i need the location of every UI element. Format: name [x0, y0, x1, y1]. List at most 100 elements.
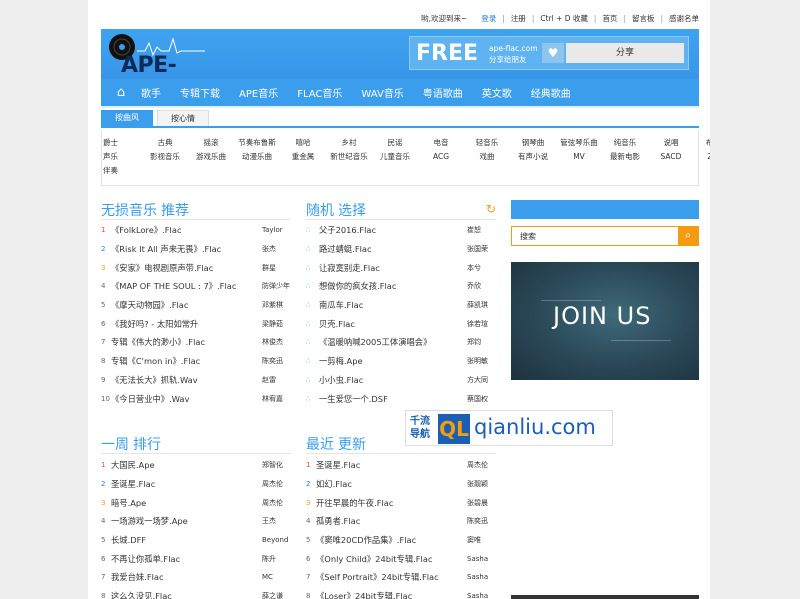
song-title-link[interactable]: 圣诞星.Flac	[316, 459, 466, 471]
artist-link[interactable]: Sasha	[467, 592, 488, 599]
genre-link[interactable]: 儿童音乐	[372, 150, 418, 164]
nav-item-ape[interactable]: APE音乐	[239, 85, 278, 100]
artist-link[interactable]: 群星	[262, 263, 276, 273]
artist-link[interactable]: MC	[262, 573, 273, 581]
thanks-link[interactable]: 感谢名单	[669, 13, 699, 24]
song-title-link[interactable]: 暗号.Ape	[111, 497, 261, 509]
song-title-link[interactable]: 如幻.Flac	[316, 478, 466, 490]
nav-item-classic[interactable]: 经典歌曲	[531, 85, 571, 100]
artist-link[interactable]: 陈升	[262, 554, 276, 564]
genre-link[interactable]: 动漫乐曲	[234, 150, 280, 164]
genre-link[interactable]: 轻音乐	[464, 136, 510, 150]
song-title-link[interactable]: 《MAP OF THE SOUL : 7》.Flac	[111, 280, 261, 292]
song-title-link[interactable]: 孤勇者.Flac	[316, 515, 466, 527]
artist-link[interactable]: 蔡国权	[467, 394, 488, 404]
song-title-link[interactable]: 这么久没见.Flac	[111, 590, 261, 599]
genre-link[interactable]: 摇滚	[188, 136, 234, 150]
song-title-link[interactable]: 《Self Portrait》24bit专辑.Flac	[316, 571, 466, 583]
song-title-link[interactable]: 长城.DFF	[111, 534, 261, 546]
song-title-link[interactable]: 《窦唯20CD作品集》.Flac	[316, 534, 466, 546]
song-title-link[interactable]: 一剪梅.Ape	[319, 355, 469, 367]
genre-link[interactable]: 民谣	[372, 136, 418, 150]
artist-link[interactable]: 陈奕迅	[262, 356, 283, 366]
song-title-link[interactable]: 一场游戏一场梦.Ape	[111, 515, 261, 527]
artist-link[interactable]: 乔欣	[467, 281, 481, 291]
artist-link[interactable]: 王杰	[262, 516, 276, 526]
artist-link[interactable]: 周杰伦	[262, 498, 283, 508]
artist-link[interactable]: 郑智化	[262, 460, 283, 470]
genre-link[interactable]: 布鲁斯	[694, 136, 710, 150]
song-title-link[interactable]: 不再让你孤单.Flac	[111, 553, 261, 565]
genre-link[interactable]: 戏曲	[464, 150, 510, 164]
artist-link[interactable]: 张杰	[262, 244, 276, 254]
genre-link[interactable]: 说唱	[648, 136, 694, 150]
refresh-icon[interactable]: ↻	[486, 202, 496, 216]
song-title-link[interactable]: 《FolkLore》.Flac	[111, 224, 261, 236]
artist-link[interactable]: 窦唯	[467, 535, 481, 545]
song-title-link[interactable]: 《Only Child》24bit专辑.Flac	[316, 553, 466, 565]
genre-link[interactable]: 影视音乐	[142, 150, 188, 164]
genre-link[interactable]: MV	[556, 150, 602, 164]
artist-link[interactable]: 张碧晨	[467, 498, 488, 508]
tab-by-genre[interactable]: 按曲风	[101, 110, 153, 126]
genre-link[interactable]: SACD	[648, 150, 694, 164]
artist-link[interactable]: 林俊杰	[262, 337, 283, 347]
song-title-link[interactable]: 《Loser》24bit专辑.Flac	[316, 590, 466, 599]
share-button[interactable]: 分享	[566, 43, 684, 63]
song-title-link[interactable]: 小小虫.Flac	[319, 374, 469, 386]
artist-link[interactable]: 张靓颖	[467, 479, 488, 489]
song-title-link[interactable]: 大国民.Ape	[111, 459, 261, 471]
artist-link[interactable]: 邓紫棋	[262, 300, 283, 310]
song-title-link[interactable]: 圣诞星.Flac	[111, 478, 261, 490]
song-title-link[interactable]: 南瓜车.Flac	[319, 299, 469, 311]
song-title-link[interactable]: 《摩天动物园》.Flac	[111, 299, 261, 311]
artist-link[interactable]: 防弹少年	[262, 281, 290, 291]
song-title-link[interactable]: 父子2016.Flac	[319, 224, 469, 236]
nav-item-wav[interactable]: WAV音乐	[361, 85, 403, 100]
song-title-link[interactable]: 《今日营业中》.Wav	[111, 393, 261, 405]
song-title-link[interactable]: 一生爱您一个.DSF	[319, 393, 469, 405]
artist-link[interactable]: 徐若瑄	[467, 319, 488, 329]
nav-item-english[interactable]: 英文歌	[482, 85, 512, 100]
genre-link[interactable]: 管弦琴乐曲	[556, 136, 602, 150]
artist-link[interactable]: 方大同	[467, 375, 488, 385]
tab-by-mood[interactable]: 按心情	[157, 110, 209, 126]
artist-link[interactable]: 郑钧	[467, 337, 481, 347]
artist-link[interactable]: 赵雷	[262, 375, 276, 385]
artist-link[interactable]: 薛凯琪	[467, 300, 488, 310]
home-icon[interactable]: ⌂	[101, 85, 141, 100]
song-title-link[interactable]: 专辑《伟大的渺小》.Flac	[111, 336, 261, 348]
artist-link[interactable]: 周杰伦	[262, 479, 283, 489]
nav-item-singers[interactable]: 歌手	[141, 85, 161, 100]
bookmark-link[interactable]: Ctrl + D 收藏	[540, 13, 588, 24]
genre-link[interactable]: 重金属	[280, 150, 326, 164]
nav-item-albums[interactable]: 专辑下载	[180, 85, 220, 100]
genre-link[interactable]: 电音	[418, 136, 464, 150]
artist-link[interactable]: Sasha	[467, 573, 488, 581]
artist-link[interactable]: Taylor	[262, 226, 283, 234]
artist-link[interactable]: 薛之谦	[262, 591, 283, 599]
genre-link[interactable]: 爵士	[102, 136, 142, 150]
song-title-link[interactable]: 让寂寞别走.Flac	[319, 262, 469, 274]
search-icon[interactable]: ⌕	[678, 227, 698, 245]
artist-link[interactable]: Beyond	[262, 536, 288, 544]
song-title-link[interactable]: 《我好吗? - 太阳如常升	[111, 318, 261, 330]
genre-link[interactable]: 钢琴曲	[510, 136, 556, 150]
song-title-link[interactable]: 《安家》电视剧原声带.Flac	[111, 262, 261, 274]
song-title-link[interactable]: 我爱台妹.Flac	[111, 571, 261, 583]
artist-link[interactable]: 陈奕迅	[467, 516, 488, 526]
artist-link[interactable]: 张国荣	[467, 244, 488, 254]
home-link[interactable]: 首页	[602, 13, 617, 24]
song-title-link[interactable]: 《温暖呐喊2005工体演唱会》	[319, 336, 469, 348]
song-title-link[interactable]: 《无法长大》抓轨.Wav	[111, 374, 261, 386]
genre-link[interactable]: 节奏布鲁斯	[234, 136, 280, 150]
guestbook-link[interactable]: 留言板	[632, 13, 655, 24]
genre-link[interactable]: 游戏乐曲	[188, 150, 234, 164]
genre-link[interactable]: 最新电影	[602, 150, 648, 164]
genre-link[interactable]: 乡村	[326, 136, 372, 150]
genre-link[interactable]: ACG	[418, 150, 464, 164]
artist-link[interactable]: 梁静茹	[262, 319, 283, 329]
song-title-link[interactable]: 路过蜻蜓.Flac	[319, 243, 469, 255]
song-title-link[interactable]: 专辑《C'mon in》.Flac	[111, 355, 261, 367]
song-title-link[interactable]: 《Risk It All 声来无畏》.Flac	[111, 243, 261, 255]
